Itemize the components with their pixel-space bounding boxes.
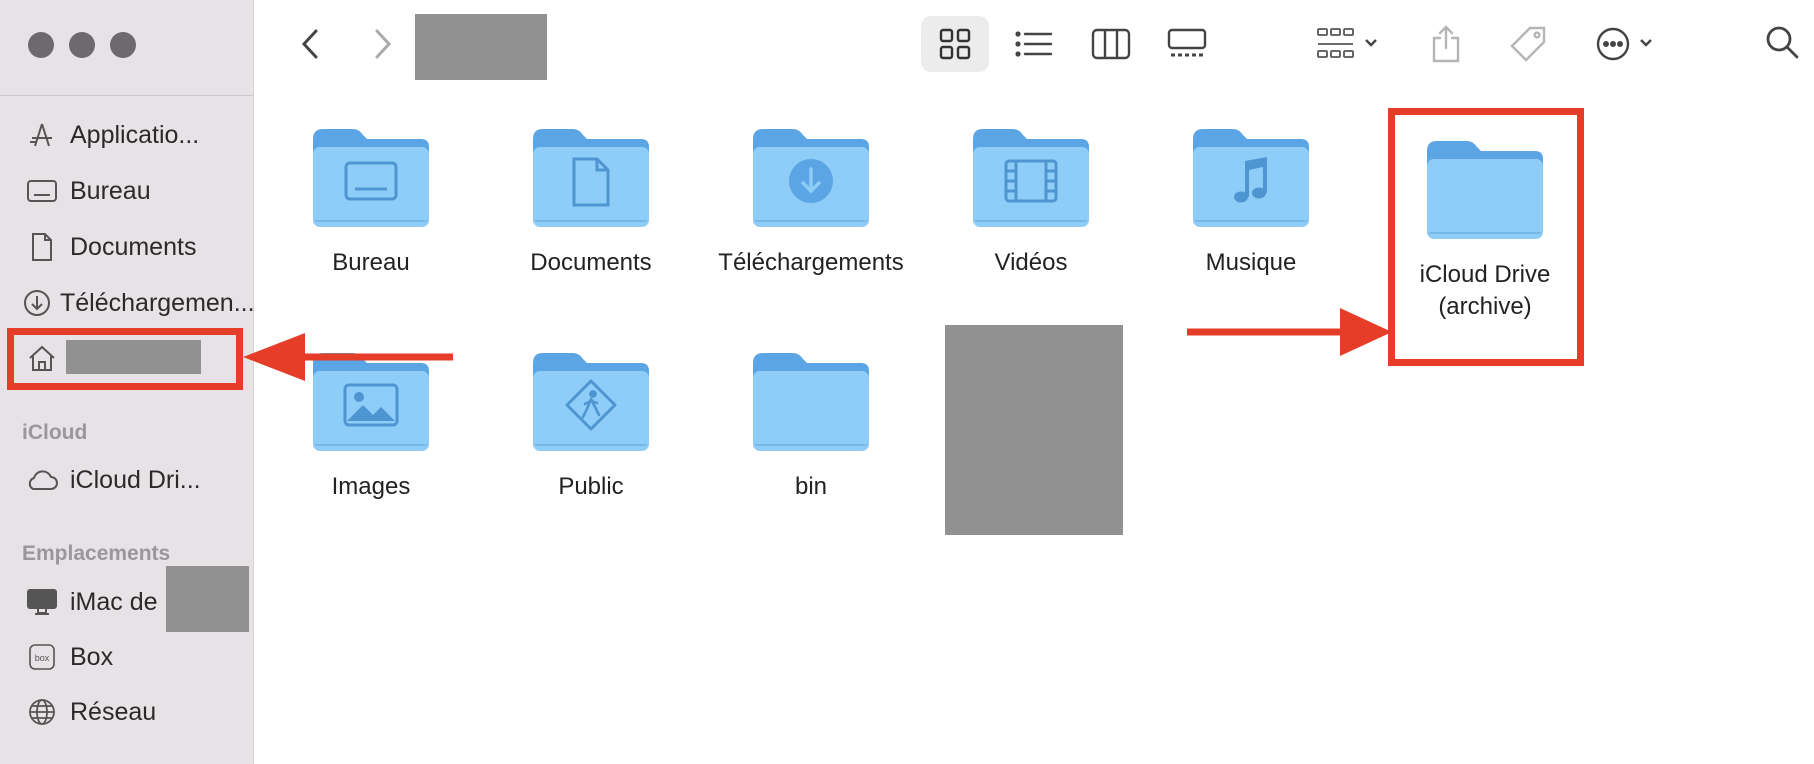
arrow-to-home	[243, 333, 453, 381]
annotation-arrows	[243, 308, 1392, 381]
arrow-to-icloud-archive	[1187, 308, 1392, 356]
